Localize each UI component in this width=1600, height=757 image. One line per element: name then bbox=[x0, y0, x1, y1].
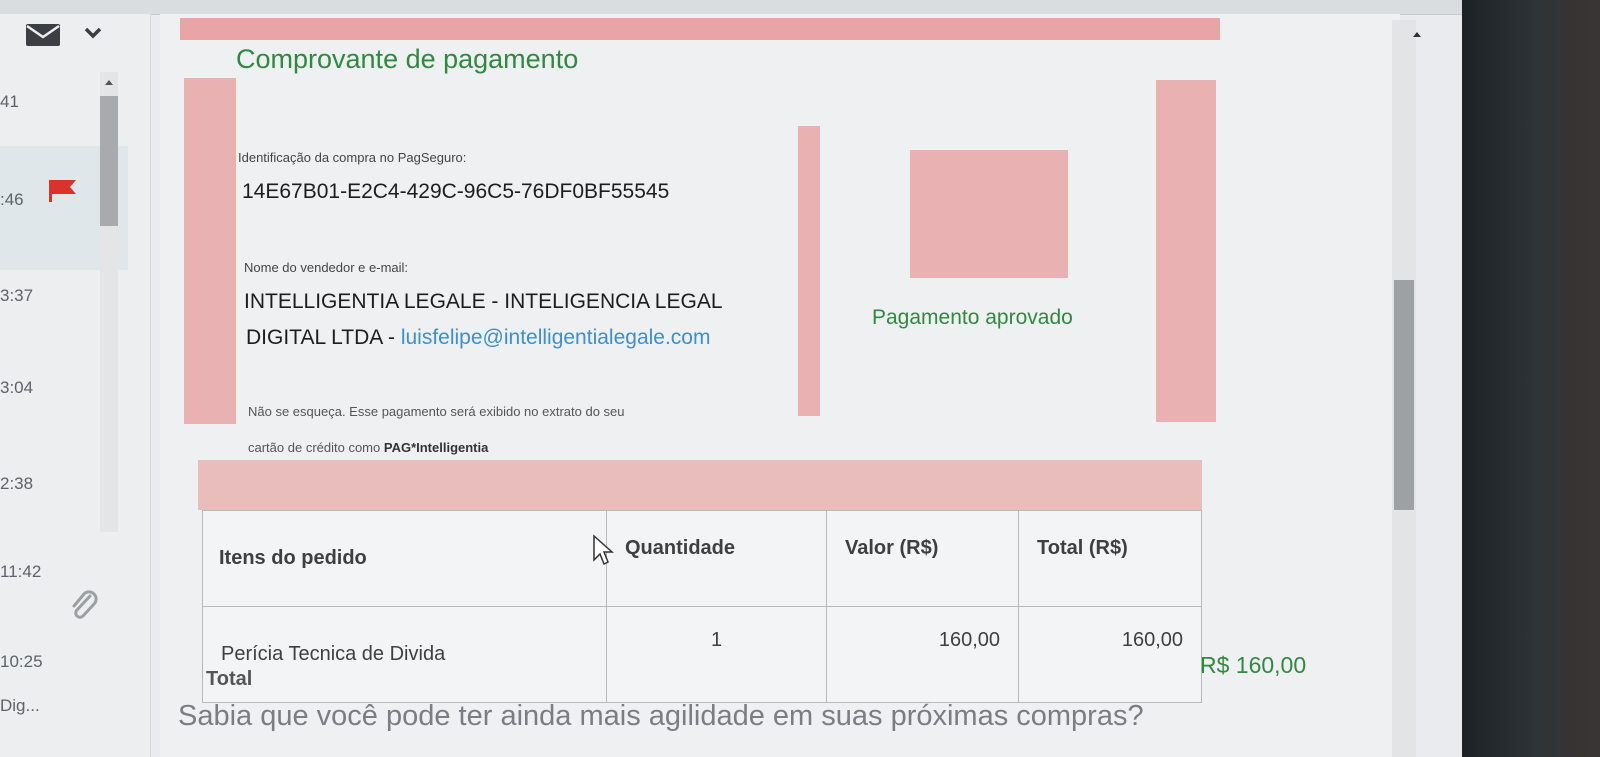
total-value: R$ 160,00 bbox=[1200, 652, 1307, 678]
note-line-2-text: cartão de crédito como bbox=[248, 440, 381, 455]
seller-name-line2: DIGITAL LTDA - luisfelipe@intelligential… bbox=[246, 326, 710, 350]
mouse-cursor-icon bbox=[593, 534, 614, 566]
scroll-up-arrow-icon[interactable] bbox=[100, 74, 118, 92]
order-items-table: Itens do pedido Quantidade Valor (R$) To… bbox=[202, 510, 1202, 703]
cell-value: 160,00 bbox=[826, 606, 1019, 703]
message-time[interactable]: 41 bbox=[0, 92, 19, 112]
message-time[interactable]: 3:37 bbox=[0, 286, 33, 306]
cell-quantity: 1 bbox=[606, 606, 827, 703]
seller-company: DIGITAL LTDA - bbox=[246, 326, 395, 349]
total-label: Total bbox=[206, 668, 253, 690]
attachment-icon bbox=[72, 590, 98, 619]
header-items: Itens do pedido bbox=[202, 510, 607, 607]
redacted-logo bbox=[910, 150, 1068, 278]
screen: 41 :46 3:37 3:04 2:38 11:42 10:25 Dig... Compro… bbox=[0, 0, 1462, 757]
header-quantity: Quantidade bbox=[606, 510, 827, 607]
cell-total: 160,00 bbox=[1018, 606, 1202, 703]
flag-icon[interactable] bbox=[46, 178, 78, 204]
redacted-block-right bbox=[1156, 80, 1216, 422]
window-top-strip bbox=[0, 0, 1462, 15]
table-header-row: Itens do pedido Quantidade Valor (R$) To… bbox=[202, 510, 1202, 607]
purchase-id: 14E67B01-E2C4-429C-96C5-76DF0BF55545 bbox=[242, 180, 670, 203]
chevron-down-icon[interactable] bbox=[84, 26, 102, 40]
redacted-block-middle bbox=[798, 126, 820, 416]
monitor-bezel bbox=[1462, 0, 1600, 757]
note-line-1: Não se esqueça. Esse pagamento será exib… bbox=[248, 404, 625, 419]
message-time[interactable]: 3:04 bbox=[0, 378, 33, 398]
message-time[interactable]: 10:25 bbox=[0, 652, 43, 672]
seller-email-link[interactable]: luisfelipe@intelligentialegale.com bbox=[401, 326, 711, 349]
message-time[interactable]: 11:42 bbox=[0, 562, 41, 582]
purchase-id-label: Identificação da compra no PagSeguro: bbox=[238, 150, 467, 165]
table-row: Perícia Tecnica de Divida 1 160,00 160,0… bbox=[202, 606, 1202, 703]
list-scrollbar-thumb[interactable] bbox=[100, 96, 118, 226]
scroll-up-arrow-icon[interactable] bbox=[1408, 26, 1426, 42]
message-time[interactable]: Dig... bbox=[0, 696, 40, 716]
redacted-band bbox=[198, 460, 1202, 510]
cell-item: Perícia Tecnica de Divida bbox=[202, 606, 607, 703]
seller-label: Nome do vendedor e e-mail: bbox=[244, 260, 409, 275]
promo-question: Sabia que você pode ter ainda mais agili… bbox=[178, 700, 1144, 732]
content-scrollbar-thumb[interactable] bbox=[1394, 280, 1414, 510]
redacted-header-bar bbox=[180, 18, 1220, 40]
message-time[interactable]: :46 bbox=[0, 190, 24, 210]
statement-descriptor: PAG*Intelligentia bbox=[383, 440, 489, 455]
receipt-title: Comprovante de pagamento bbox=[236, 44, 579, 74]
mail-icon[interactable] bbox=[26, 24, 60, 46]
note-line-2: cartão de crédito como PAG*Intelligentia bbox=[248, 440, 488, 455]
message-time[interactable]: 2:38 bbox=[0, 474, 33, 494]
payment-status: Pagamento aprovado bbox=[872, 306, 1073, 329]
header-value: Valor (R$) bbox=[826, 510, 1019, 607]
seller-name-line1: INTELLIGENTIA LEGALE - INTELIGENCIA LEGA… bbox=[244, 290, 723, 313]
header-total: Total (R$) bbox=[1018, 510, 1202, 607]
redacted-block-left bbox=[184, 78, 236, 424]
